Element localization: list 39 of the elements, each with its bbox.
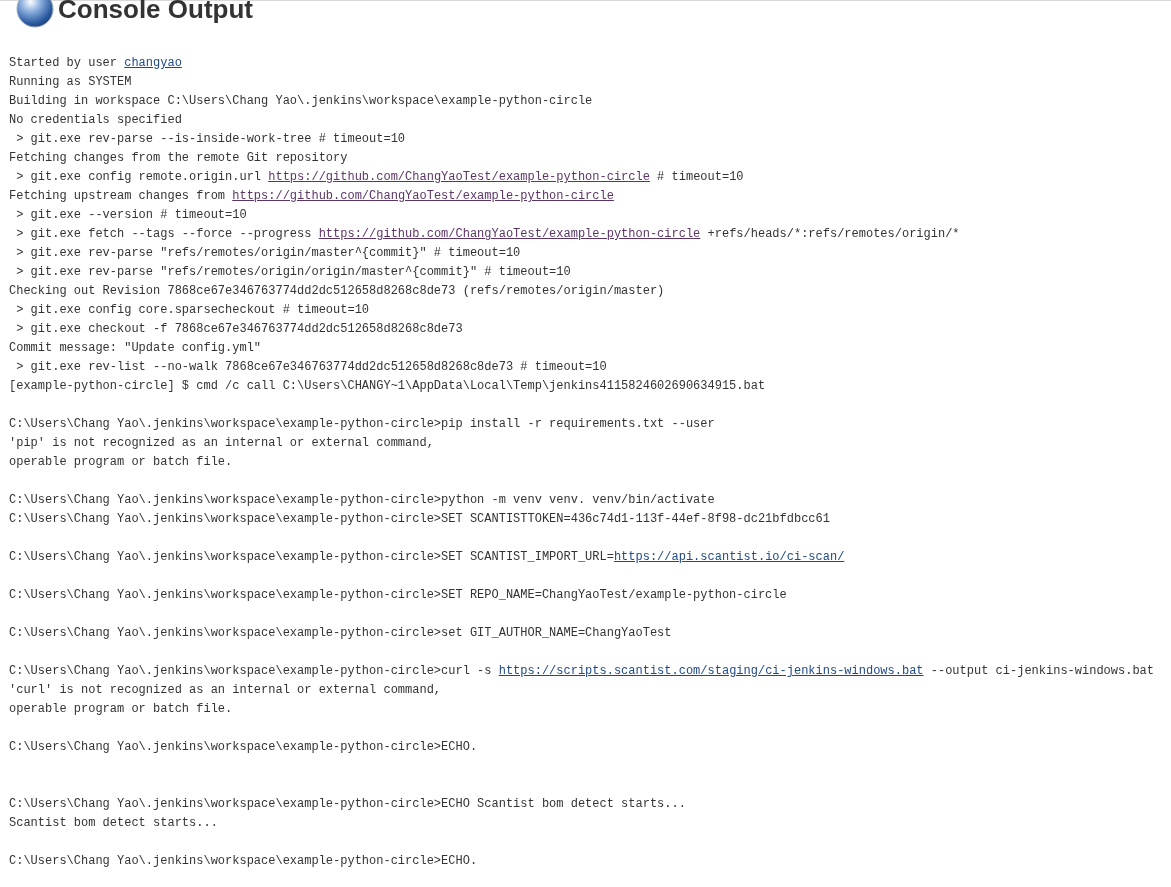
console-line: Scantist bom detect starts... [9, 815, 219, 832]
console-line: C:\Users\Chang Yao\.jenkins\workspace\example-python-circle>SET SCANTISTTOKEN=436c74d1-113f-44ef-8f98-dc21bfdbcc61 [9, 511, 831, 528]
console-line: Fetching changes from the remote Git repository [9, 150, 349, 167]
console-line: > git.exe --version # timeout=10 [15, 207, 248, 224]
link[interactable]: https://github.com/ChangYaoTest/example-python-circle [232, 189, 614, 203]
console-line: C:\Users\Chang Yao\.jenkins\workspace\example-python-circle>ECHO. [9, 739, 479, 756]
link[interactable]: changyao [124, 56, 182, 70]
console-line: operable program or batch file. [9, 701, 234, 718]
console-line: > git.exe fetch --tags --force --progress https://github.com/ChangYaoTest/example-python-circle +refs/heads/*:refs/remotes/origin/* [15, 226, 961, 243]
console-line: > git.exe rev-list --no-walk 7868ce67e346763774dd2dc512658d8268c8de73 # timeout=10 [15, 359, 608, 376]
console-line: Started by user changyao [9, 55, 183, 72]
console-line: C:\Users\Chang Yao\.jenkins\workspace\example-python-circle>ECHO Scantist bom detect starts... [9, 796, 687, 813]
console-line: > git.exe checkout -f 7868ce67e346763774dd2dc512658d8268c8de73 [15, 321, 464, 338]
console-line: C:\Users\Chang Yao\.jenkins\workspace\example-python-circle>SET SCANTIST_IMPORT_URL=https://api.scantist.io/ci-scan/ [9, 549, 846, 566]
console-line: > git.exe rev-parse "refs/remotes/origin/origin/master^{commit}" # timeout=10 [15, 264, 572, 281]
console-line: C:\Users\Chang Yao\.jenkins\workspace\example-python-circle>pip install -r requirements.txt --user [9, 416, 716, 433]
link[interactable]: https://github.com/ChangYaoTest/example-python-circle [268, 170, 650, 184]
console-line: Building in workspace C:\Users\Chang Yao\.jenkins\workspace\example-python-circle [9, 93, 594, 110]
console-line: C:\Users\Chang Yao\.jenkins\workspace\example-python-circle>SET REPO_NAME=ChangYaoTest/example-python-circle [9, 587, 788, 604]
console-line: [example-python-circle] $ cmd /c call C:\Users\CHANGY~1\AppData\Local\Temp\jenkins4115824602690634915.bat [9, 378, 767, 395]
console-line: operable program or batch file. [9, 454, 234, 471]
console-line: > git.exe rev-parse --is-inside-work-tree # timeout=10 [15, 131, 407, 148]
console-line: C:\Users\Chang Yao\.jenkins\workspace\example-python-circle>python -m venv venv. venv/bin/activate [9, 492, 716, 509]
console-line: Running as SYSTEM [9, 74, 133, 91]
console-line: > git.exe rev-parse "refs/remotes/origin/master^{commit}" # timeout=10 [15, 245, 522, 262]
console-line: Commit message: "Update config.yml" [9, 340, 263, 357]
console-line: C:\Users\Chang Yao\.jenkins\workspace\example-python-circle>set GIT_AUTHOR_NAME=ChangYaoTest [9, 625, 673, 642]
console-line: > git.exe config core.sparsecheckout # timeout=10 [15, 302, 371, 319]
link[interactable]: https://github.com/ChangYaoTest/example-python-circle [318, 227, 701, 241]
console-line: 'curl' is not recognized as an internal or external command, [9, 682, 443, 699]
console-line: > git.exe config remote.origin.url https://github.com/ChangYaoTest/example-python-circle # timeout=10 [15, 169, 745, 186]
console-line: Fetching upstream changes from https://github.com/ChangYaoTest/example-python-circle [9, 188, 615, 205]
link[interactable]: https://scripts.scantist.com/staging/ci-jenkins-windows.bat [498, 664, 924, 678]
link[interactable]: https://api.scantist.io/ci-scan/ [613, 550, 845, 564]
console-line: C:\Users\Chang Yao\.jenkins\workspace\example-python-circle>curl -s https://scripts.scantist.com/staging/ci-jenkins-windows.bat --output ci-jenkins-windows.bat [9, 663, 1155, 680]
console-line: C:\Users\Chang Yao\.jenkins\workspace\example-python-circle>ECHO. [9, 853, 479, 870]
console-line: 'pip' is not recognized as an internal or external command, [9, 435, 435, 452]
console-line: Checking out Revision 7868ce67e346763774dd2dc512658d8268c8de73 (refs/remotes/origin/master) [9, 283, 666, 300]
console-line: No credentials specified [9, 112, 183, 129]
